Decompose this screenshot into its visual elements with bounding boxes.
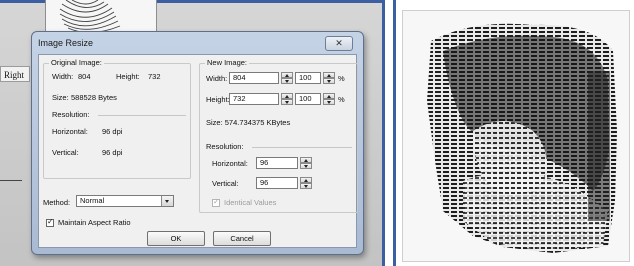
spin-down-icon[interactable] — [323, 99, 335, 105]
spin-down-icon[interactable] — [323, 78, 335, 84]
image-resize-dialog: Image Resize ✕ Original Image: Width: 80… — [31, 31, 364, 255]
resolution-separator — [98, 115, 186, 116]
new-resolution-separator — [252, 147, 352, 148]
method-select[interactable]: Normal — [76, 195, 174, 207]
maintain-aspect-checkbox[interactable] — [46, 217, 54, 227]
new-height-label: Height: — [206, 95, 230, 104]
new-resolution-title: Resolution: — [206, 142, 244, 151]
original-horizontal-label: Horizontal: — [52, 127, 88, 136]
width-percent-stepper[interactable] — [323, 72, 335, 84]
cancel-button[interactable]: Cancel — [213, 231, 271, 246]
original-height-label: Height: — [116, 72, 140, 81]
method-selected-value: Normal — [80, 196, 105, 205]
maintain-aspect-label[interactable]: Maintain Aspect Ratio — [58, 218, 131, 227]
fingerprint-thumbnail — [45, 0, 157, 35]
vertical-stepper[interactable] — [300, 177, 312, 189]
original-resolution-title: Resolution: — [52, 110, 90, 119]
original-size-label: Size: — [52, 93, 69, 102]
height-percent-sign: % — [338, 95, 345, 104]
original-image-group-title: Original Image: — [49, 58, 104, 67]
new-size-text: Size: 574.734375 KBytes — [206, 118, 291, 127]
original-size-value: 588528 Bytes — [71, 93, 117, 102]
dialog-title: Image Resize — [38, 38, 94, 48]
identical-values-label: Identical Values — [224, 198, 277, 207]
new-vertical-label: Vertical: — [212, 179, 239, 188]
new-width-label: Width: — [206, 74, 228, 83]
height-percent-stepper[interactable] — [323, 93, 335, 105]
spin-down-icon[interactable] — [300, 183, 312, 189]
original-width-label: Width: — [52, 72, 74, 81]
fingerprint-preview — [402, 10, 630, 262]
divider-line — [0, 180, 22, 181]
new-horizontal-label: Horizontal: — [212, 159, 248, 168]
original-height-value: 732 — [148, 72, 161, 81]
new-image-group: New Image: Width: 804 100 % Height: 732 … — [199, 58, 358, 213]
width-percent-sign: % — [338, 74, 345, 83]
spin-down-icon[interactable] — [300, 163, 312, 169]
original-vertical-label: Vertical: — [52, 148, 79, 157]
new-width-percent-input[interactable]: 100 — [295, 72, 321, 84]
original-image-group: Original Image: Width: 804 Height: 732 S… — [43, 58, 191, 179]
new-width-stepper[interactable] — [281, 72, 293, 84]
ok-button[interactable]: OK — [147, 231, 205, 246]
new-height-input[interactable]: 732 — [229, 93, 279, 105]
side-tab-label[interactable]: Right — [0, 66, 30, 82]
identical-values-checkbox[interactable] — [212, 197, 220, 207]
original-horizontal-value: 96 dpi — [102, 127, 123, 136]
new-height-percent-input[interactable]: 100 — [295, 93, 321, 105]
spin-down-icon[interactable] — [281, 99, 293, 105]
new-horizontal-input[interactable]: 96 — [256, 157, 298, 169]
chevron-down-icon[interactable] — [161, 196, 173, 206]
original-width-value: 804 — [78, 72, 91, 81]
new-image-group-title: New Image: — [205, 58, 250, 67]
spin-down-icon[interactable] — [281, 78, 293, 84]
horizontal-stepper[interactable] — [300, 157, 312, 169]
dialog-body: Original Image: Width: 804 Height: 732 S… — [38, 54, 358, 248]
new-width-input[interactable]: 804 — [229, 72, 279, 84]
method-label: Method: — [43, 198, 71, 207]
image-preview-window — [393, 0, 634, 266]
close-button[interactable]: ✕ — [325, 36, 353, 51]
new-vertical-input[interactable]: 96 — [256, 177, 298, 189]
original-vertical-value: 96 dpi — [102, 148, 123, 157]
new-height-stepper[interactable] — [281, 93, 293, 105]
